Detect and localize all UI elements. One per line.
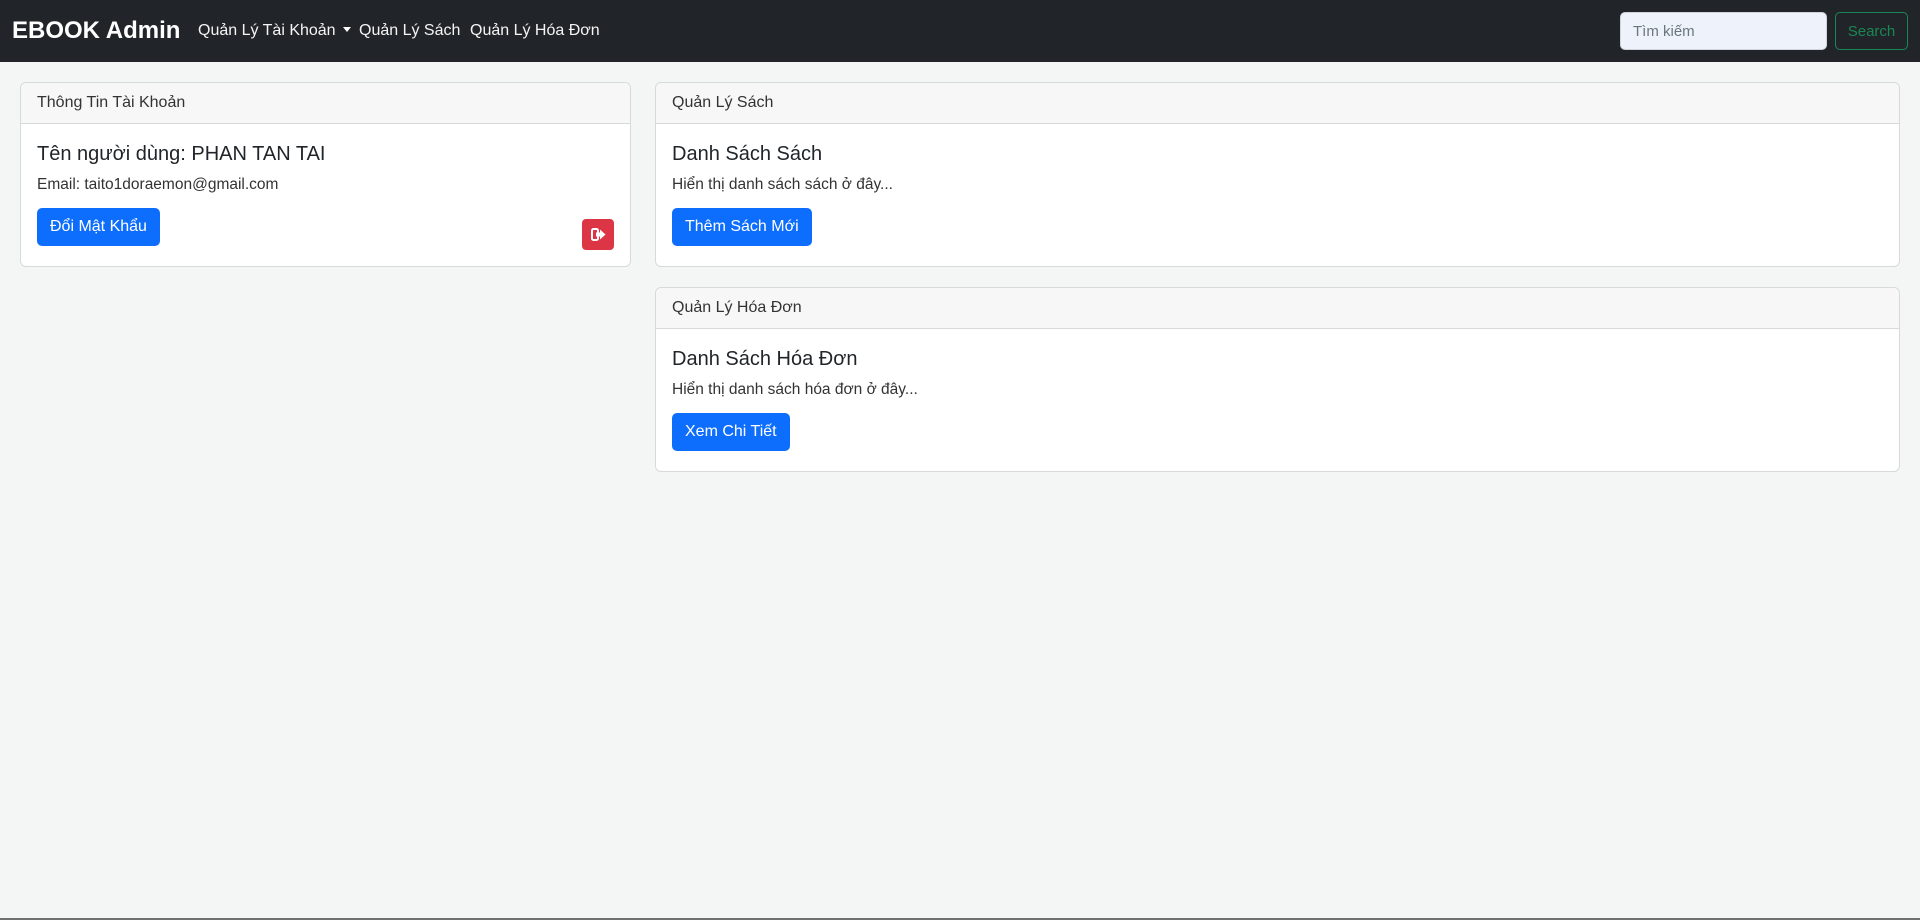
sign-out-icon (590, 228, 605, 241)
account-info-card: Thông Tin Tài Khoản Tên người dùng: PHAN… (20, 82, 631, 267)
add-book-button[interactable]: Thêm Sách Mới (672, 208, 812, 246)
account-card-header: Thông Tin Tài Khoản (21, 83, 630, 124)
books-list-text: Hiển thị danh sách sách ở đây... (672, 176, 893, 193)
username-text: Tên người dùng: PHAN TAN TAI (37, 143, 326, 165)
invoices-card-body: Danh Sách Hóa Đơn Hiển thị danh sách hóa… (656, 329, 1899, 467)
search-button[interactable]: Search (1835, 12, 1908, 50)
email-text: Email: taito1doraemon@gmail.com (37, 176, 279, 193)
nav-account-dropdown[interactable]: Quản Lý Tài Khoản (198, 20, 351, 42)
invoices-list-title: Danh Sách Hóa Đơn (672, 348, 858, 370)
brand-logo[interactable]: EBOOK Admin (12, 16, 180, 46)
nav-books[interactable]: Quản Lý Sách (359, 20, 460, 42)
change-password-button[interactable]: Đổi Mật Khẩu (37, 208, 160, 246)
invoices-card: Quản Lý Hóa Đơn Danh Sách Hóa Đơn Hiển t… (655, 287, 1900, 472)
chevron-down-icon (342, 27, 351, 32)
books-card-header: Quản Lý Sách (656, 83, 1899, 124)
nav-account-label: Quản Lý Tài Khoản (198, 22, 336, 39)
books-card: Quản Lý Sách Danh Sách Sách Hiển thị dan… (655, 82, 1900, 267)
invoices-list-text: Hiển thị danh sách hóa đơn ở đây... (672, 381, 918, 398)
search-input[interactable] (1620, 12, 1827, 50)
books-card-body: Danh Sách Sách Hiển thị danh sách sách ở… (656, 124, 1899, 262)
top-navbar: EBOOK Admin Quản Lý Tài Khoản Quản Lý Sá… (0, 0, 1920, 62)
books-list-title: Danh Sách Sách (672, 143, 823, 165)
logout-button[interactable] (582, 219, 614, 250)
invoices-card-header: Quản Lý Hóa Đơn (656, 288, 1899, 329)
view-details-button[interactable]: Xem Chi Tiết (672, 413, 790, 451)
nav-invoices[interactable]: Quản Lý Hóa Đơn (470, 20, 600, 42)
account-card-body: Tên người dùng: PHAN TAN TAI Email: tait… (21, 124, 630, 266)
